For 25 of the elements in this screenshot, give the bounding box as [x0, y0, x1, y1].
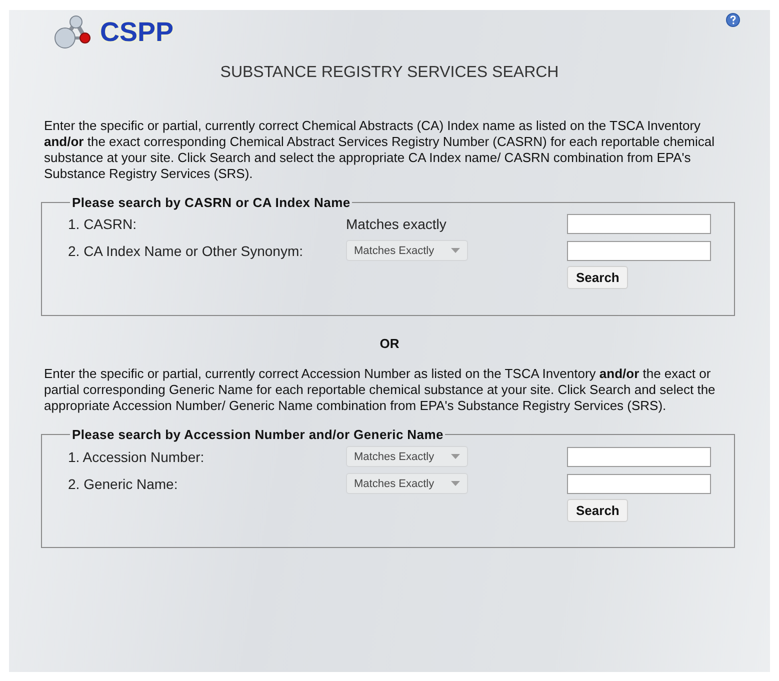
caret-icon: [451, 481, 460, 486]
search-input[interactable]: [567, 446, 711, 466]
field-label: 2. Generic Name:: [68, 476, 179, 492]
caret-icon: [451, 248, 460, 253]
field-label: 1. CASRN:: [68, 216, 138, 232]
search-input[interactable]: [567, 474, 711, 494]
match-mode-dropdown[interactable]: Matches Exactly: [346, 446, 468, 467]
field-label: 2. CA Index Name or Other Synonym:: [68, 242, 304, 258]
instructions-text: Enter the specific or partial, currently correct Accession Number as listed on the TSCA Inventory and/or the exact or partial corresponding Generic Name for each reportable chemical substance at your site. Click Search and select the appropriate Accession Number/ Generic Name combination from EPA's Substance Registry Services (SRS).: [43, 366, 716, 414]
group-legend: Please search by Accession Number and/or Generic Name: [70, 427, 446, 442]
field-label: 1. Accession Number:: [68, 448, 206, 464]
help-icon[interactable]: [726, 13, 740, 27]
search-input[interactable]: [567, 240, 711, 260]
match-mode-dropdown[interactable]: Matches Exactly: [346, 473, 468, 494]
page-title: SUBSTANCE REGISTRY SERVICES SEARCH: [219, 64, 560, 82]
or-separator: OR: [378, 336, 400, 351]
instructions-text: Enter the specific or partial, currently correct Chemical Abstracts (CA) Index name as listed on the TSCA Inventory and/or the exact corresponding Chemical Abstract Services Registry Number (CASRN) for each reportable chemical substance at your site. Click Search and select the appropriate CA Index name/ CASRN combination from EPA's Substance Registry Services (SRS).: [43, 118, 716, 182]
caret-icon: [451, 454, 460, 459]
search-input[interactable]: [567, 214, 711, 234]
group-legend: Please search by CASRN or CA Index Name: [70, 195, 352, 210]
match-mode-text: Matches exactly: [346, 216, 448, 232]
search-button[interactable]: Search: [567, 499, 628, 522]
search-button[interactable]: Search: [567, 266, 628, 289]
match-mode-dropdown[interactable]: Matches Exactly: [346, 240, 468, 261]
logo-text: CSPP: [100, 16, 174, 48]
